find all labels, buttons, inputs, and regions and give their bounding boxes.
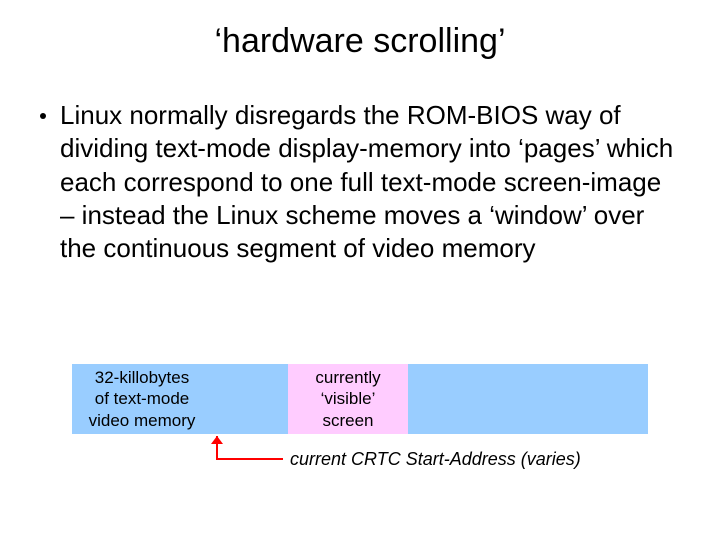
arrow-line-icon: [216, 458, 283, 460]
label-line: of text-mode: [95, 388, 190, 409]
arrow-caption: current CRTC Start-Address (varies): [290, 449, 581, 470]
bullet-dot-icon: [40, 113, 46, 119]
slide-title: ‘hardware scrolling’: [0, 0, 720, 61]
bullet-item: Linux normally disregards the ROM-BIOS w…: [40, 99, 680, 265]
memory-bar: 32-killobytes of text-mode video memory …: [72, 364, 648, 434]
arrow-tip-icon: [211, 436, 223, 444]
memory-bar-label: 32-killobytes of text-mode video memory: [72, 364, 212, 434]
label-line: video memory: [89, 410, 196, 431]
bullet-text: Linux normally disregards the ROM-BIOS w…: [60, 99, 680, 265]
label-line: screen: [322, 410, 373, 431]
memory-diagram: 32-killobytes of text-mode video memory …: [72, 364, 648, 434]
bullet-list: Linux normally disregards the ROM-BIOS w…: [0, 61, 720, 265]
label-line: currently: [315, 367, 380, 388]
visible-window-label: currently ‘visible’ screen: [288, 364, 408, 434]
label-line: 32-killobytes: [95, 367, 190, 388]
label-line: ‘visible’: [321, 388, 376, 409]
